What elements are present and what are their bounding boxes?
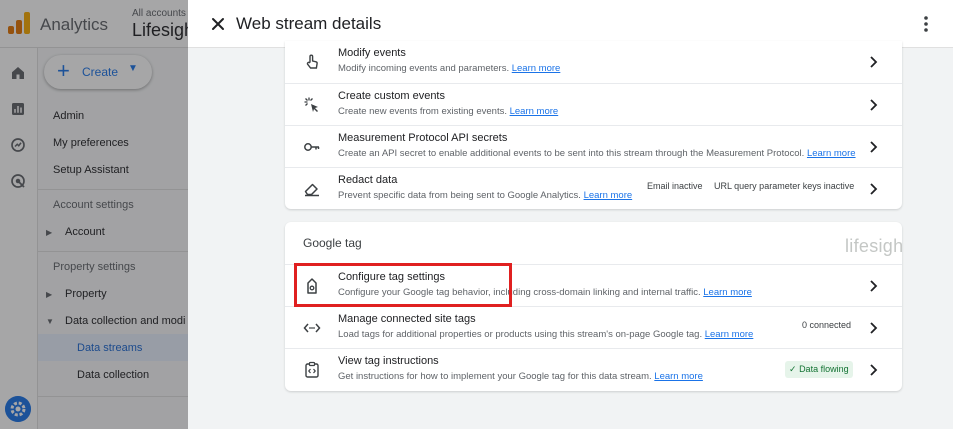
eraser-icon	[304, 183, 319, 197]
tag-row-view-tag-instructions[interactable]: View tag instructions Get instructions f…	[285, 348, 902, 391]
key-icon	[304, 143, 320, 151]
learn-more-link[interactable]: Learn more	[654, 371, 703, 382]
events-row-description: Create an API secret to enable additiona…	[338, 148, 856, 159]
check-icon: ✓	[789, 364, 797, 374]
connected-count-chip: 0 connected	[802, 320, 852, 330]
events-card: Modify events Modify incoming events and…	[285, 41, 902, 209]
touch-icon	[306, 54, 318, 69]
data-flowing-label: Data flowing	[799, 364, 849, 374]
sparkle-cursor-icon	[304, 97, 318, 112]
annotation-highlight-box	[294, 263, 512, 307]
learn-more-link[interactable]: Learn more	[807, 148, 856, 159]
close-icon[interactable]	[208, 14, 228, 34]
events-row-title: Redact data	[338, 174, 398, 186]
data-flowing-badge: ✓ Data flowing	[785, 361, 853, 378]
tag-row-title: Manage connected site tags	[338, 313, 476, 325]
events-row-title: Measurement Protocol API secrets	[338, 132, 508, 144]
tag-row-manage-connected-site-tags[interactable]: Manage connected site tags Load tags for…	[285, 306, 902, 348]
chevron-right-icon	[870, 183, 878, 195]
events-row-description: Create new events from existing events. …	[338, 106, 559, 117]
more-vert-icon[interactable]	[916, 14, 936, 34]
chevron-right-icon	[870, 56, 878, 68]
code-arrows-icon	[303, 323, 321, 333]
learn-more-link[interactable]: Learn more	[584, 190, 633, 201]
tag-row-description: Load tags for additional properties or p…	[338, 329, 754, 340]
learn-more-link[interactable]: Learn more	[705, 329, 754, 340]
events-row-create-custom-events[interactable]: Create custom events Create new events f…	[285, 83, 902, 125]
events-row-modify-events[interactable]: Modify events Modify incoming events and…	[285, 41, 902, 83]
chevron-right-icon	[870, 322, 878, 334]
url-params-status-chip: URL query parameter keys inactive	[714, 181, 855, 191]
web-stream-details-panel: Web stream details Modify events Modify …	[188, 0, 953, 429]
tag-row-description: Get instructions for how to implement yo…	[338, 371, 703, 382]
chevron-right-icon	[870, 364, 878, 376]
chevron-right-icon	[870, 280, 878, 292]
tag-row-title: View tag instructions	[338, 355, 439, 367]
lifesight-watermark: lifesight	[845, 236, 902, 256]
panel-title: Web stream details	[236, 14, 382, 33]
learn-more-link[interactable]: Learn more	[703, 287, 752, 298]
chevron-right-icon	[870, 141, 878, 153]
chevron-right-icon	[870, 99, 878, 111]
learn-more-link[interactable]: Learn more	[510, 106, 559, 117]
events-row-measurement-protocol-api-secrets[interactable]: Measurement Protocol API secrets Create …	[285, 125, 902, 167]
events-row-description: Modify incoming events and parameters. L…	[338, 63, 561, 74]
events-row-title: Create custom events	[338, 90, 445, 102]
events-row-description: Prevent specific data from being sent to…	[338, 190, 633, 201]
clipboard-code-icon	[305, 361, 319, 378]
google-tag-heading: Google tag	[303, 236, 362, 250]
events-row-redact-data[interactable]: Redact data Prevent specific data from b…	[285, 167, 902, 209]
email-status-chip: Email inactive	[647, 181, 703, 191]
learn-more-link[interactable]: Learn more	[512, 63, 561, 74]
events-row-title: Modify events	[338, 47, 406, 59]
